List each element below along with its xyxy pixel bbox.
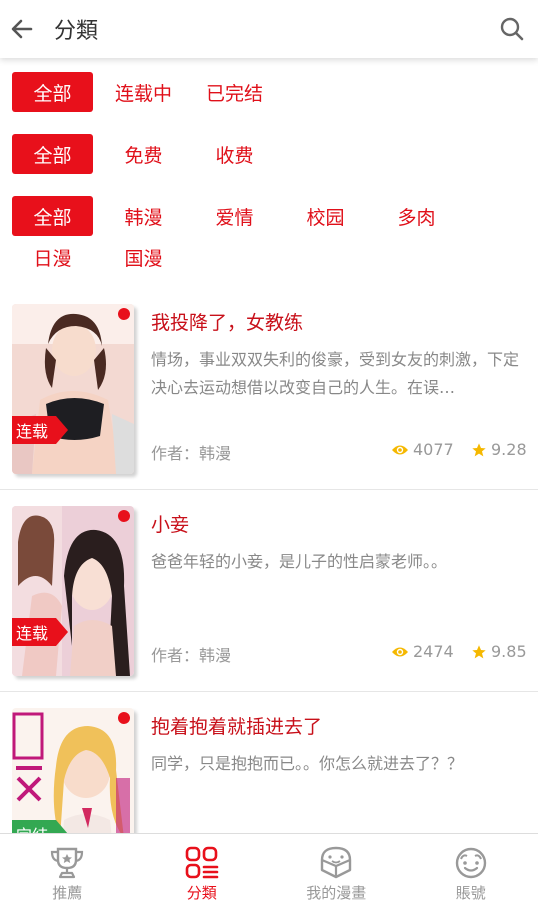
price-filter: 全部 免费 收费 [12, 134, 532, 174]
filter-price-paid[interactable]: 收费 [194, 134, 275, 174]
filter-genre-campus[interactable]: 校园 [285, 196, 366, 236]
rating-value: 9.28 [491, 440, 527, 459]
comic-description: 爸爸年轻的小妾，是儿子的性启蒙老师。。 [151, 552, 448, 571]
status-filter: 全部 连载中 已完结 [12, 72, 532, 112]
trophy-icon [51, 847, 84, 879]
filter-genre-japanese[interactable]: 日漫 [12, 237, 93, 277]
smiley-face-icon [455, 847, 486, 879]
search-button[interactable] [492, 9, 532, 49]
tab-label: 推薦 [52, 884, 83, 902]
view-count-value: 4077 [413, 440, 454, 459]
filter-genre-all[interactable]: 全部 [12, 196, 93, 236]
page-title: 分類 [54, 19, 99, 44]
filter-status-all[interactable]: 全部 [12, 72, 93, 112]
comic-title[interactable]: 抱着抱着就插进去了 [151, 712, 322, 739]
comic-item[interactable]: 连载 我投降了，女教练 情场，事业双双失利的俊豪，受到女友的刺激，下定决心去运动… [0, 288, 538, 490]
comic-cover[interactable]: 连载 [12, 506, 134, 676]
comic-title[interactable]: 我投降了，女教练 [151, 308, 303, 335]
rating: 9.85 [471, 642, 527, 661]
genre-filter: 全部 韩漫 爱情 校园 多肉 [12, 196, 532, 236]
filter-price-free[interactable]: 免费 [103, 134, 184, 174]
filter-status-ongoing[interactable]: 连载中 [103, 72, 184, 112]
cover-illustration [12, 304, 134, 474]
arrow-left-icon [11, 19, 33, 39]
search-icon [500, 17, 524, 41]
rating-value: 9.85 [491, 642, 527, 661]
top-bar: 分類 [0, 0, 538, 58]
adult-badge-icon [118, 308, 130, 320]
tab-category[interactable]: 分類 [135, 834, 270, 907]
back-button[interactable] [2, 9, 42, 49]
comic-list: 连载 我投降了，女教练 情场，事业双双失利的俊豪，受到女友的刺激，下定决心去运动… [0, 288, 538, 894]
tab-account[interactable]: 賬號 [404, 834, 538, 907]
tab-recommend[interactable]: 推薦 [0, 834, 135, 907]
genre-filter-row2: 日漫 国漫 [12, 237, 532, 277]
bottom-tab-bar: 推薦 分類 我的漫畫 賬號 [0, 833, 538, 907]
book-face-icon [321, 846, 352, 879]
comic-author: 作者：韩漫 [151, 444, 232, 463]
filter-price-all[interactable]: 全部 [12, 134, 93, 174]
comic-item[interactable]: 连载 小妾 爸爸年轻的小妾，是儿子的性启蒙老师。。 作者：韩漫 2474 9.8… [0, 490, 538, 692]
tab-label: 我的漫畫 [306, 884, 367, 902]
tab-label: 賬號 [455, 884, 486, 902]
comic-author: 作者：韩漫 [151, 646, 232, 665]
view-count: 4077 [391, 440, 454, 459]
view-count: 2474 [391, 642, 454, 661]
eye-icon [392, 445, 408, 454]
filter-genre-korean[interactable]: 韩漫 [103, 196, 184, 236]
tab-my-comics[interactable]: 我的漫畫 [269, 834, 404, 907]
status-tag: 连载 [12, 416, 69, 444]
filter-genre-meaty[interactable]: 多肉 [376, 196, 457, 236]
cover-illustration [12, 506, 134, 676]
filter-genre-romance[interactable]: 爱情 [194, 196, 275, 236]
filter-status-completed[interactable]: 已完结 [194, 72, 275, 112]
comic-description: 情场，事业双双失利的俊豪，受到女友的刺激，下定决心去运动想借以改变自己的人生。在… [151, 350, 520, 397]
rating: 9.28 [471, 440, 527, 459]
tab-label: 分類 [186, 884, 217, 902]
filter-genre-chinese[interactable]: 国漫 [103, 237, 184, 277]
eye-icon [392, 647, 408, 656]
adult-badge-icon [118, 510, 130, 522]
category-grid-icon [185, 846, 219, 879]
status-tag: 连载 [12, 618, 69, 646]
star-icon [472, 442, 486, 456]
adult-badge-icon [118, 712, 130, 724]
comic-cover[interactable]: 连载 [12, 304, 134, 474]
star-icon [472, 644, 486, 658]
view-count-value: 2474 [413, 642, 454, 661]
comic-title[interactable]: 小妾 [151, 510, 189, 537]
comic-description: 同学，只是抱抱而已。。你怎么就进去了？？ [151, 754, 464, 773]
